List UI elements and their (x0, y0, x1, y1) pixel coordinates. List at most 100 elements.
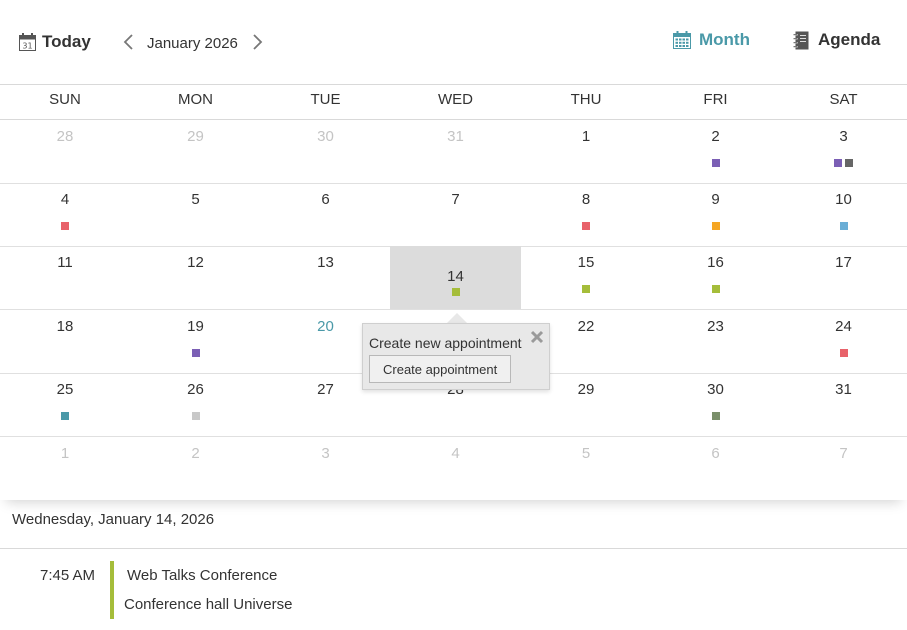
day-cell[interactable]: 31 (780, 373, 907, 436)
day-number: 10 (835, 191, 852, 208)
day-cell-selected[interactable]: 14 (390, 246, 521, 309)
day-number: 12 (187, 254, 204, 271)
agenda-view-button[interactable]: Agenda (793, 30, 880, 50)
day-cell[interactable]: 1 (0, 437, 130, 500)
day-cell[interactable]: 11 (0, 246, 130, 309)
event-dot[interactable] (834, 159, 842, 167)
calendar: 31 Today January 2026 Month Agenda SUN M… (0, 0, 907, 500)
event-dot[interactable] (451, 288, 460, 296)
day-cell[interactable]: 7 (780, 437, 907, 500)
weekday-sun: SUN (49, 91, 81, 108)
day-cell[interactable]: 1 (521, 120, 651, 183)
day-number: 17 (835, 254, 852, 271)
event-indicators (521, 222, 651, 230)
chevron-right-icon[interactable] (250, 33, 264, 51)
day-cell[interactable]: 26 (130, 373, 261, 436)
event-dot[interactable] (61, 412, 69, 420)
weekday-header: SUN MON TUE WED THU FRI SAT (0, 84, 907, 120)
day-number: 19 (187, 318, 204, 335)
day-cell[interactable]: 6 (651, 437, 780, 500)
day-number: 4 (60, 191, 70, 208)
event-dot[interactable] (845, 159, 853, 167)
day-number: 8 (581, 191, 591, 208)
create-appointment-button[interactable]: Create appointment (369, 355, 512, 383)
day-number: 2 (191, 445, 200, 462)
event-dot[interactable] (711, 159, 720, 167)
day-cell[interactable]: 18 (0, 310, 130, 373)
day-cell[interactable]: 15 (521, 246, 651, 309)
event-indicators (130, 412, 261, 420)
day-cell[interactable]: 4 (390, 437, 521, 500)
day-cell[interactable]: 28 (0, 120, 130, 183)
notebook-icon (793, 31, 809, 49)
day-cell[interactable]: 12 (130, 246, 261, 309)
day-cell[interactable]: 6 (261, 183, 390, 246)
day-cell[interactable]: 5 (521, 437, 651, 500)
day-cell[interactable]: 25 (0, 373, 130, 436)
day-number: 23 (707, 318, 724, 335)
event-dot[interactable] (61, 222, 69, 230)
close-icon[interactable] (530, 330, 544, 344)
day-number: 18 (56, 318, 74, 335)
calendar-grid-icon (673, 31, 691, 49)
weekday-tue: TUE (310, 91, 341, 108)
day-number: 1 (581, 128, 591, 145)
day-cell[interactable]: 17 (780, 246, 907, 309)
day-cell[interactable]: 7 (390, 183, 521, 246)
event-dot[interactable] (191, 412, 200, 420)
day-cell[interactable]: 2 (130, 437, 261, 500)
event-dot[interactable] (191, 349, 200, 357)
event-indicators (521, 285, 651, 293)
event-title: Web Talks Conference (127, 567, 278, 584)
month-view-button[interactable]: Month (673, 30, 750, 50)
day-cell[interactable]: 30 (651, 373, 780, 436)
event-dot[interactable] (711, 222, 720, 230)
event-indicators (651, 412, 780, 420)
day-number: 31 (447, 128, 464, 145)
event-dot[interactable] (582, 285, 590, 293)
day-cell[interactable]: 13 (261, 246, 390, 309)
event-dot[interactable] (711, 412, 720, 420)
calendar-icon-day: 31 (22, 42, 32, 51)
day-number: 25 (56, 381, 74, 398)
day-number: 29 (187, 128, 204, 145)
event-indicators (651, 222, 780, 230)
day-cell[interactable]: 16 (651, 246, 780, 309)
day-cell[interactable]: 29 (130, 120, 261, 183)
day-cell[interactable]: 23 (651, 310, 780, 373)
day-cell[interactable]: 3 (780, 120, 907, 183)
day-cell[interactable]: 31 (390, 120, 521, 183)
event-dot[interactable] (582, 222, 590, 230)
chevron-left-icon[interactable] (122, 33, 136, 51)
day-cell[interactable]: 2 (651, 120, 780, 183)
day-cell[interactable]: 19 (130, 310, 261, 373)
weekday-wed: WED (438, 91, 473, 108)
current-month-label: January 2026 (147, 35, 238, 52)
day-number: 9 (711, 191, 720, 208)
event-dot[interactable] (839, 222, 848, 230)
weekday-fri: FRI (703, 91, 728, 108)
today-button[interactable]: 31 Today (19, 32, 91, 52)
event-color-bar (110, 561, 114, 619)
day-number: 26 (187, 381, 204, 398)
event-dot[interactable] (839, 349, 848, 357)
event-indicators (651, 159, 780, 167)
weekday-thu: THU (570, 91, 602, 108)
day-cell[interactable]: 5 (130, 183, 261, 246)
day-cell[interactable]: 30 (261, 120, 390, 183)
day-cell[interactable]: 9 (651, 183, 780, 246)
day-number: 24 (835, 318, 852, 335)
day-number: 6 (321, 191, 330, 208)
event-indicators (390, 288, 521, 296)
day-cell[interactable]: 24 (780, 310, 907, 373)
event-indicators (780, 349, 907, 357)
day-number: 30 (317, 128, 334, 145)
day-cell[interactable]: 3 (261, 437, 390, 500)
day-number: 11 (57, 254, 73, 271)
day-number: 7 (451, 191, 460, 208)
day-number: 30 (707, 381, 724, 398)
day-cell[interactable]: 10 (780, 183, 907, 246)
event-dot[interactable] (711, 285, 720, 293)
day-cell[interactable]: 4 (0, 183, 130, 246)
day-cell[interactable]: 8 (521, 183, 651, 246)
